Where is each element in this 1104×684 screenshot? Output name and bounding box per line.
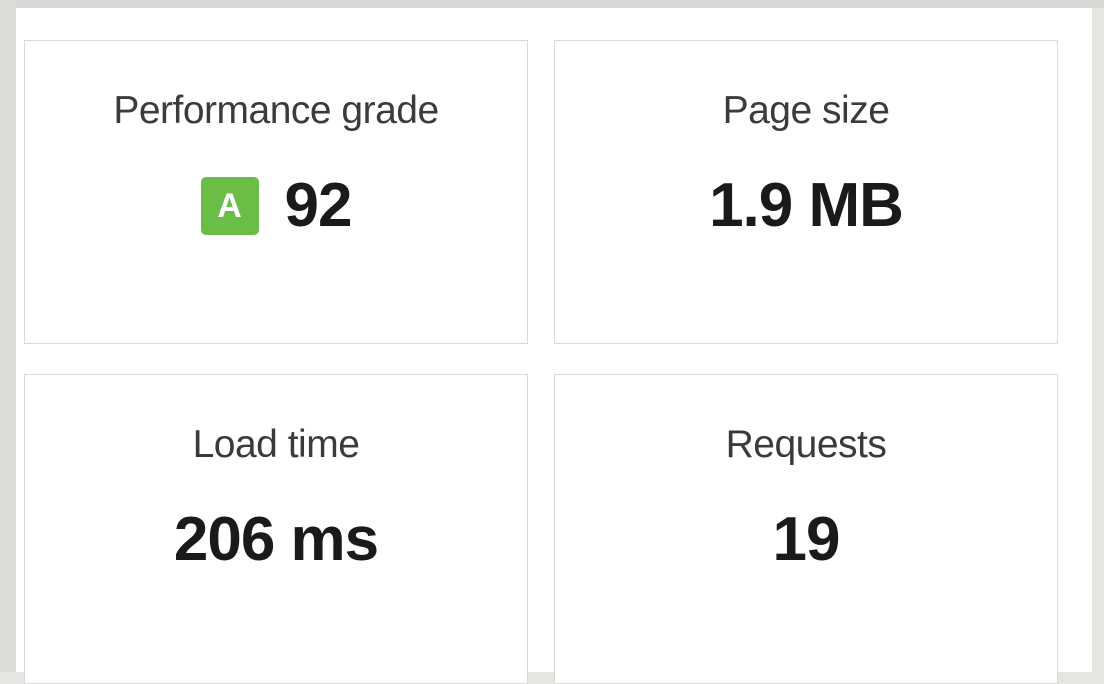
top-shade (0, 0, 1104, 8)
performance-score: 92 (284, 171, 353, 240)
page-size-card: Page size 1.9 MB (554, 40, 1058, 344)
requests-label: Requests (725, 423, 887, 466)
requests-card: Requests 19 (554, 374, 1058, 684)
performance-grade-card: Performance grade A 92 (24, 40, 528, 344)
load-time-card: Load time 206 ms (24, 374, 528, 684)
performance-grade-label: Performance grade (113, 89, 439, 132)
load-time-value: 206 ms (173, 505, 379, 574)
grade-badge: A (200, 177, 259, 235)
metrics-panel: Performance grade A 92 Page size 1.9 MB … (16, 8, 1092, 684)
performance-grade-value-row: A 92 (25, 175, 527, 237)
left-shade (0, 0, 16, 672)
page-size-value: 1.9 MB (709, 171, 904, 240)
page-size-label: Page size (722, 89, 890, 132)
requests-value: 19 (772, 505, 841, 574)
load-time-label: Load time (192, 423, 360, 466)
